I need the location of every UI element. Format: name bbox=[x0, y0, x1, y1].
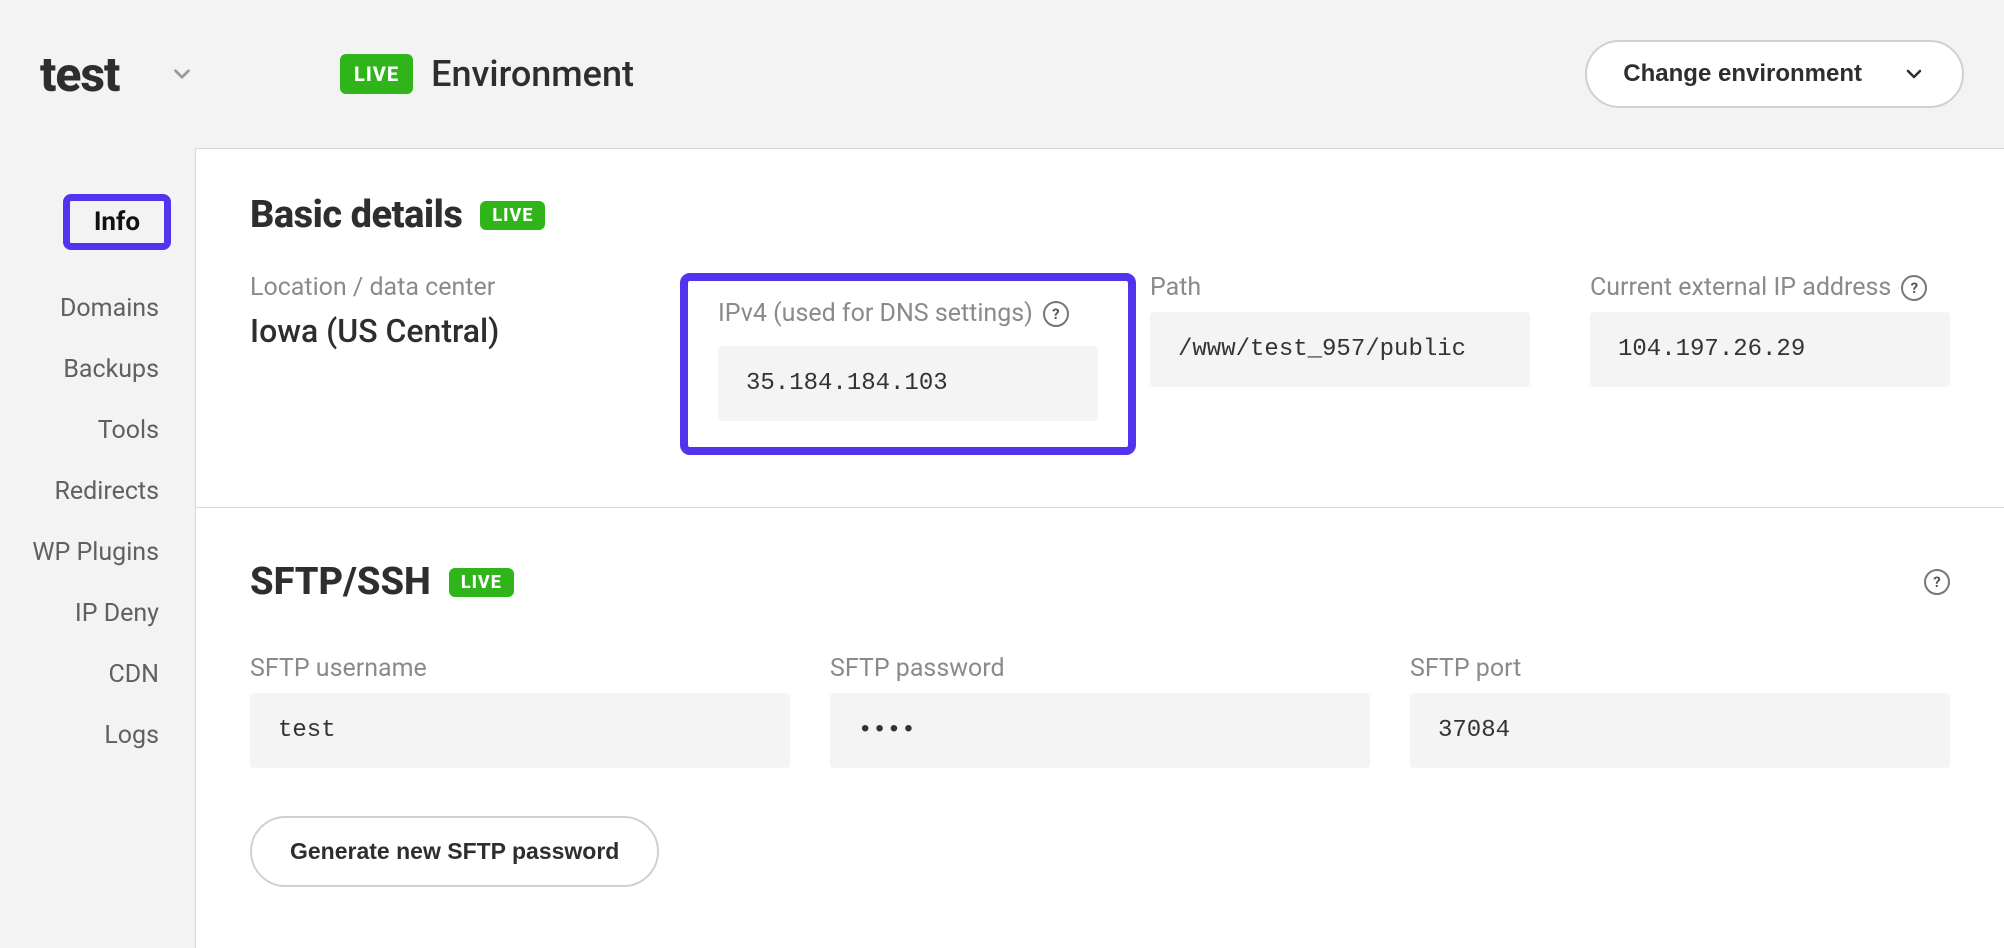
path-label: Path bbox=[1150, 273, 1590, 302]
sftp-password-value[interactable]: •••• bbox=[830, 693, 1370, 768]
page-header: test LIVE Environment Change environment bbox=[0, 0, 2004, 148]
chevron-down-icon bbox=[1902, 62, 1926, 86]
sftp-username-label: SFTP username bbox=[250, 654, 790, 683]
live-badge: LIVE bbox=[449, 568, 514, 597]
help-icon[interactable]: ? bbox=[1043, 301, 1069, 327]
sidebar-item-ip-deny[interactable]: IP Deny bbox=[0, 583, 195, 644]
sftp-password-field: SFTP password •••• bbox=[830, 654, 1370, 768]
generate-sftp-password-label: Generate new SFTP password bbox=[290, 838, 619, 864]
sftp-username-value[interactable]: test bbox=[250, 693, 790, 768]
location-field: Location / data center Iowa (US Central) bbox=[250, 273, 680, 350]
path-field: Path /www/test_957/public bbox=[1150, 273, 1590, 387]
sftp-password-label: SFTP password bbox=[830, 654, 1370, 683]
sidebar-item-label: WP Plugins bbox=[32, 538, 159, 567]
sidebar-item-label: Tools bbox=[98, 416, 159, 445]
path-value[interactable]: /www/test_957/public bbox=[1150, 312, 1530, 387]
sidebar-item-info[interactable]: Info bbox=[0, 178, 195, 266]
generate-sftp-password-button[interactable]: Generate new SFTP password bbox=[250, 816, 659, 887]
sidebar-item-label: Backups bbox=[63, 355, 159, 384]
sidebar-item-label: Logs bbox=[104, 721, 159, 750]
ipv4-value[interactable]: 35.184.184.103 bbox=[718, 346, 1098, 421]
change-environment-button[interactable]: Change environment bbox=[1585, 40, 1964, 108]
sidebar-item-cdn[interactable]: CDN bbox=[0, 644, 195, 705]
change-environment-label: Change environment bbox=[1623, 60, 1862, 88]
ipv4-label-text: IPv4 (used for DNS settings) bbox=[718, 299, 1033, 328]
external-ip-value[interactable]: 104.197.26.29 bbox=[1590, 312, 1950, 387]
sftp-title: SFTP/SSH bbox=[250, 560, 431, 604]
main-panel: Basic details LIVE Location / data cente… bbox=[195, 148, 2004, 948]
sftp-username-field: SFTP username test bbox=[250, 654, 790, 768]
basic-details-grid: Location / data center Iowa (US Central)… bbox=[250, 273, 2004, 455]
page-layout: Info Domains Backups Tools Redirects WP … bbox=[0, 148, 2004, 948]
sftp-title-row: SFTP/SSH LIVE ? bbox=[250, 560, 2004, 604]
sidebar-item-domains[interactable]: Domains bbox=[0, 278, 195, 339]
sidebar-item-label: Domains bbox=[60, 294, 159, 323]
sidebar-item-tools[interactable]: Tools bbox=[0, 400, 195, 461]
sftp-grid: SFTP username test SFTP password •••• SF… bbox=[250, 654, 2004, 768]
sidebar-item-label: Info bbox=[63, 194, 171, 250]
location-label: Location / data center bbox=[250, 273, 680, 302]
environment-indicator: LIVE Environment bbox=[340, 53, 634, 95]
external-ip-field: Current external IP address ? 104.197.26… bbox=[1590, 273, 1950, 387]
sftp-port-field: SFTP port 37084 bbox=[1410, 654, 1950, 768]
ipv4-label: IPv4 (used for DNS settings) ? bbox=[718, 299, 1098, 328]
help-icon[interactable]: ? bbox=[1901, 275, 1927, 301]
live-badge: LIVE bbox=[340, 54, 413, 94]
environment-label: Environment bbox=[431, 53, 634, 95]
section-divider bbox=[196, 507, 2004, 508]
sidebar-item-label: Redirects bbox=[54, 477, 159, 506]
sidebar-item-label: CDN bbox=[108, 660, 159, 689]
location-value: Iowa (US Central) bbox=[250, 312, 680, 350]
external-ip-label-text: Current external IP address bbox=[1590, 273, 1891, 302]
help-icon[interactable]: ? bbox=[1924, 569, 1950, 595]
ipv4-field: IPv4 (used for DNS settings) ? 35.184.18… bbox=[680, 273, 1150, 455]
sftp-port-value[interactable]: 37084 bbox=[1410, 693, 1950, 768]
ipv4-highlight-box: IPv4 (used for DNS settings) ? 35.184.18… bbox=[680, 273, 1136, 455]
sidebar-item-backups[interactable]: Backups bbox=[0, 339, 195, 400]
sidebar-item-logs[interactable]: Logs bbox=[0, 705, 195, 766]
site-selector[interactable]: test bbox=[40, 46, 290, 103]
chevron-down-icon bbox=[169, 61, 195, 87]
sidebar-item-wp-plugins[interactable]: WP Plugins bbox=[0, 522, 195, 583]
sftp-port-label: SFTP port bbox=[1410, 654, 1950, 683]
live-badge: LIVE bbox=[480, 201, 545, 230]
sidebar: Info Domains Backups Tools Redirects WP … bbox=[0, 148, 195, 766]
external-ip-label: Current external IP address ? bbox=[1590, 273, 1950, 302]
basic-details-title-row: Basic details LIVE bbox=[250, 193, 2004, 237]
sidebar-item-label: IP Deny bbox=[75, 599, 159, 628]
basic-details-title: Basic details bbox=[250, 193, 462, 237]
site-name-title: test bbox=[40, 46, 119, 103]
sidebar-item-redirects[interactable]: Redirects bbox=[0, 461, 195, 522]
